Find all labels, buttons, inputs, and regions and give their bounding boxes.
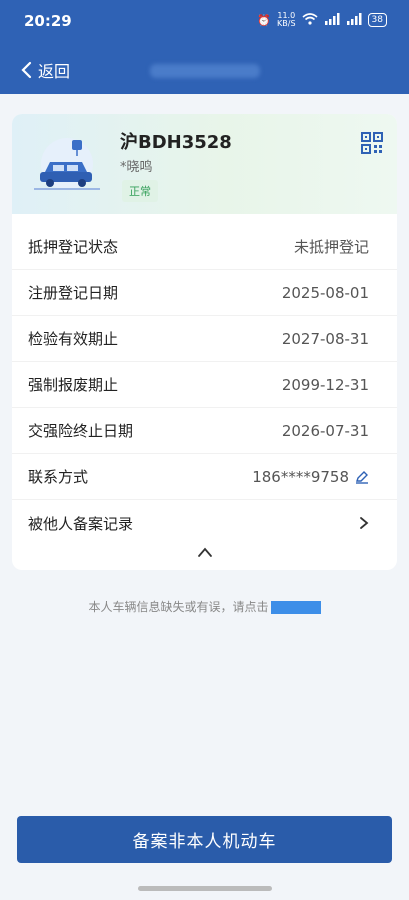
detail-row-insurance-end: 交强险终止日期 2026-07-31	[12, 408, 397, 454]
hint-link-redacted[interactable]	[270, 601, 321, 614]
battery-icon: 38	[367, 13, 387, 27]
owner-name: *晓鸣	[120, 160, 153, 175]
back-label: 返回	[38, 62, 71, 81]
filed-by-others-row[interactable]: 被他人备案记录	[12, 500, 397, 546]
contact-value-wrap: 186****9758	[252, 468, 369, 486]
detail-value: 2099-12-31	[281, 375, 369, 394]
chevron-up-icon[interactable]	[197, 546, 213, 558]
detail-label: 交强险终止日期	[28, 422, 134, 440]
vehicle-header: 沪BDH3528 *晓鸣 正常	[12, 114, 397, 214]
wifi-icon	[302, 12, 318, 28]
status-icons: ⏰ 11.0 KB/S 38	[257, 12, 387, 28]
detail-value: 2026-07-31	[281, 421, 369, 440]
file-non-owned-vehicle-button[interactable]: 备案非本人机动车	[17, 816, 392, 863]
detail-label: 抵押登记状态	[28, 238, 119, 256]
detail-row-inspection-valid: 检验有效期止 2027-08-31	[12, 316, 397, 362]
detail-label: 联系方式	[28, 468, 89, 486]
car-icon	[34, 138, 100, 190]
alarm-icon: ⏰	[257, 13, 272, 27]
status-badge: 正常	[122, 180, 158, 202]
chevron-left-icon	[21, 61, 32, 79]
chevron-right-icon	[360, 517, 369, 529]
detail-label: 强制报废期止	[28, 376, 119, 394]
detail-value: 2025-08-01	[281, 283, 369, 302]
qr-code-icon[interactable]	[361, 132, 383, 154]
detail-value: 未抵押登记	[293, 238, 369, 256]
filed-by-others-label: 被他人备案记录	[28, 514, 134, 533]
contact-phone: 186****9758	[252, 467, 349, 486]
signal-icon-2	[346, 12, 362, 28]
nav-bar: 返回	[0, 44, 409, 94]
back-button[interactable]: 返回	[20, 58, 70, 82]
detail-label: 注册登记日期	[28, 284, 119, 302]
info-hint: 本人车辆信息缺失或有误，请点击	[0, 598, 409, 615]
home-indicator	[138, 886, 272, 891]
page-title-redacted	[150, 64, 260, 78]
plate-number: 沪BDH3528	[120, 132, 232, 153]
detail-row-contact: 联系方式 186****9758	[12, 454, 397, 500]
detail-label: 检验有效期止	[28, 330, 119, 348]
network-speed: 11.0 KB/S	[277, 11, 296, 28]
vehicle-card: 沪BDH3528 *晓鸣 正常 抵押登记状态 未抵押登记 注册登记日期 2025…	[12, 114, 397, 570]
detail-row-registration-date: 注册登记日期 2025-08-01	[12, 270, 397, 316]
status-bar: 20:29 ⏰ 11.0 KB/S 38	[0, 0, 409, 44]
status-time: 20:29	[24, 12, 72, 30]
detail-value: 2027-08-31	[281, 329, 369, 348]
edit-icon[interactable]	[355, 470, 369, 484]
detail-row-scrap-date: 强制报废期止 2099-12-31	[12, 362, 397, 408]
detail-row-mortgage: 抵押登记状态 未抵押登记	[12, 224, 397, 270]
hint-text: 本人车辆信息缺失或有误，请点击	[88, 600, 269, 614]
signal-icon	[324, 12, 340, 28]
